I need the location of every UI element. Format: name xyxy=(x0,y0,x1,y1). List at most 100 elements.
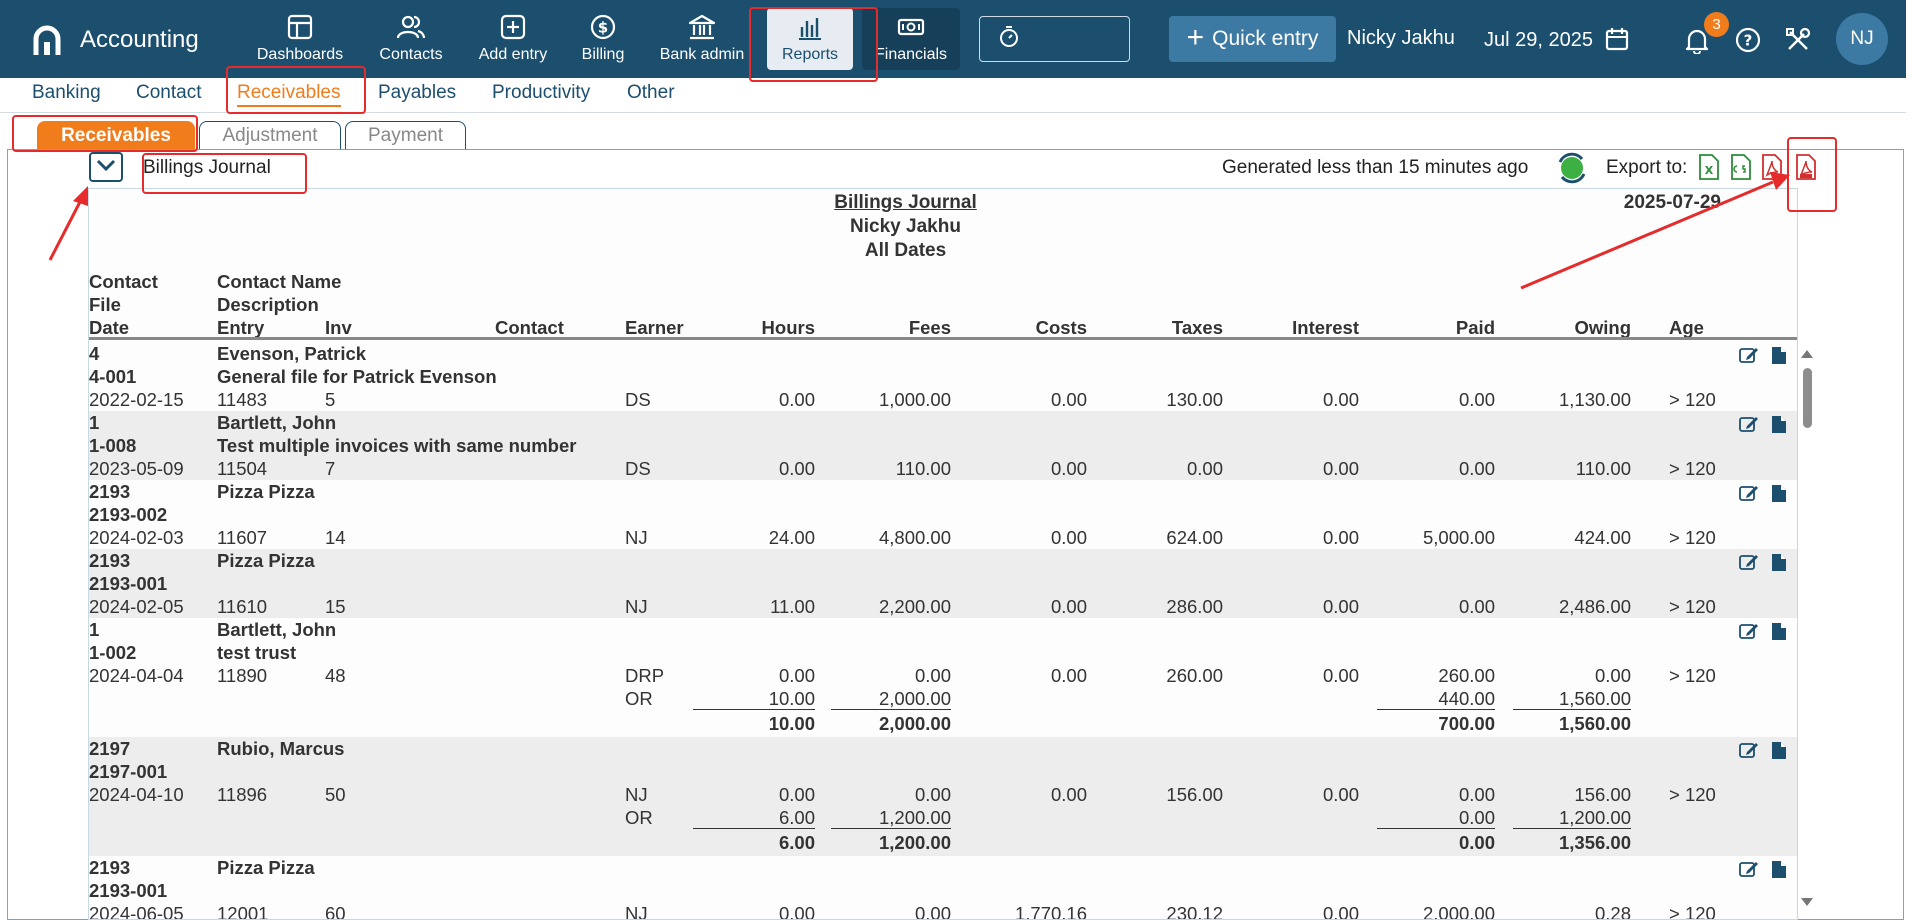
scrollbar-thumb[interactable] xyxy=(1803,368,1812,428)
collapse-report-button[interactable] xyxy=(89,152,123,182)
row-hours: 10.00 xyxy=(693,687,815,710)
edit-icon[interactable] xyxy=(1739,859,1759,879)
row-invoice: 48 xyxy=(325,665,346,686)
document-icon[interactable] xyxy=(1769,859,1789,879)
subnav-contact[interactable]: Contact xyxy=(136,82,201,104)
edit-icon[interactable] xyxy=(1739,740,1759,760)
row-taxes xyxy=(1105,687,1223,710)
row-total-hours: 6.00 xyxy=(778,832,815,853)
table-row[interactable]: 1 Bartlett, John 1-002 test trust 2024-04-04… xyxy=(89,618,1797,737)
nav-contacts[interactable]: Contacts xyxy=(371,8,451,70)
app-brand[interactable]: Accounting xyxy=(30,20,199,60)
header-contact-name: Contact Name xyxy=(217,271,342,292)
tools-icon[interactable] xyxy=(1784,26,1812,59)
edit-icon[interactable] xyxy=(1739,414,1759,434)
help-icon[interactable]: ? xyxy=(1735,27,1761,58)
row-contact-name: Pizza Pizza xyxy=(217,857,315,878)
table-row[interactable]: 4 Evenson, Patrick 4-001 General file for P… xyxy=(89,342,1797,411)
document-icon[interactable] xyxy=(1769,483,1789,503)
nav-label: Financials xyxy=(874,46,948,63)
row-paid: 0.00 xyxy=(1458,389,1495,410)
subnav-other[interactable]: Other xyxy=(627,82,675,104)
row-interest: 0.00 xyxy=(1322,596,1359,617)
table-row[interactable]: 1 Bartlett, John 1-008 Test multiple invoic… xyxy=(89,411,1797,480)
row-earner: OR xyxy=(625,688,653,709)
edit-icon[interactable] xyxy=(1739,483,1759,503)
layout-icon xyxy=(285,12,315,42)
nav-label: Add entry xyxy=(478,46,548,63)
current-date[interactable]: Jul 29, 2025 xyxy=(1484,29,1593,52)
header-costs: Costs xyxy=(1035,317,1087,338)
table-row[interactable]: 2193 Pizza Pizza 2193-001 2024-06-05 12001 60… xyxy=(89,856,1797,920)
row-taxes: 156.00 xyxy=(1166,784,1223,805)
row-owing: 424.00 xyxy=(1574,527,1631,548)
row-interest: 0.00 xyxy=(1322,903,1359,920)
row-earner: OR xyxy=(625,807,653,828)
dollar-circle-icon: $ xyxy=(588,12,618,42)
report-scrollbar[interactable] xyxy=(1800,348,1814,914)
subnav-banking[interactable]: Banking xyxy=(32,82,101,104)
row-taxes: 130.00 xyxy=(1166,389,1223,410)
row-contact: 2197 xyxy=(89,738,131,759)
edit-icon[interactable] xyxy=(1739,552,1759,572)
row-date: 2022-02-15 xyxy=(89,389,184,410)
document-icon[interactable] xyxy=(1769,552,1789,572)
row-interest: 0.00 xyxy=(1322,665,1359,686)
quick-entry-button[interactable]: + Quick entry xyxy=(1169,16,1336,62)
edit-icon[interactable] xyxy=(1739,621,1759,641)
tab-adjustment[interactable]: Adjustment xyxy=(199,121,341,150)
row-owing: 2,486.00 xyxy=(1558,596,1631,617)
document-icon[interactable] xyxy=(1769,740,1789,760)
document-icon[interactable] xyxy=(1769,414,1789,434)
user-avatar[interactable]: NJ xyxy=(1836,13,1888,65)
row-invoice: 7 xyxy=(325,458,336,479)
table-row[interactable]: 2197 Rubio, Marcus 2197-001 2024-04-10 11896… xyxy=(89,737,1797,856)
table-row[interactable]: 2193 Pizza Pizza 2193-001 2024-02-05 11610 15… xyxy=(89,549,1797,618)
nav-dashboards[interactable]: Dashboards xyxy=(247,8,353,70)
nav-reports[interactable]: Reports xyxy=(767,8,853,70)
nav-bank-admin[interactable]: Bank admin xyxy=(654,8,750,70)
subnav-payables[interactable]: Payables xyxy=(378,82,456,104)
export-excel-icon[interactable]: X xyxy=(1697,153,1721,186)
header-file: File xyxy=(89,294,121,315)
scroll-down-arrow-icon[interactable] xyxy=(1801,898,1813,906)
timer-button[interactable] xyxy=(979,16,1130,62)
row-fees: 1,000.00 xyxy=(878,389,951,410)
scroll-up-arrow-icon[interactable] xyxy=(1801,350,1813,358)
row-invoice: 5 xyxy=(325,389,336,410)
export-csv-icon[interactable] xyxy=(1729,153,1753,186)
row-fees: 0.00 xyxy=(914,784,951,805)
table-row[interactable]: 2193 Pizza Pizza 2193-002 2024-02-03 11607 14… xyxy=(89,480,1797,549)
row-file: 4-001 xyxy=(89,366,137,387)
refresh-icon[interactable] xyxy=(1555,151,1589,190)
document-icon[interactable] xyxy=(1769,345,1789,365)
export-pdf-print-icon[interactable] xyxy=(1794,153,1818,186)
subnav-productivity[interactable]: Productivity xyxy=(492,82,590,104)
row-contact: 4 xyxy=(89,343,100,364)
row-contact: 2193 xyxy=(89,550,131,571)
export-pdf-icon[interactable] xyxy=(1760,153,1784,186)
calendar-icon[interactable] xyxy=(1605,26,1629,57)
tab-payment[interactable]: Payment xyxy=(345,121,466,150)
report-title: Billings Journal xyxy=(834,192,977,213)
row-description: Test multiple invoices with same number xyxy=(217,435,577,456)
report-subtitle: Nicky Jakhu xyxy=(850,216,961,237)
header-earner: Earner xyxy=(625,317,684,338)
export-label: Export to: xyxy=(1606,157,1688,178)
row-entry: 11890 xyxy=(217,665,268,686)
header-owing: Owing xyxy=(1574,317,1631,338)
nav-label: Billing xyxy=(581,46,625,63)
bell-icon[interactable] xyxy=(1685,28,1709,59)
subnav-receivables[interactable]: Receivables xyxy=(237,82,341,107)
row-total-paid: 700.00 xyxy=(1438,713,1495,734)
row-costs: 0.00 xyxy=(1050,389,1087,410)
row-file: 1-002 xyxy=(89,642,137,663)
nav-financials[interactable]: Financials xyxy=(862,8,960,70)
nav-billing[interactable]: $ Billing xyxy=(574,8,632,70)
user-name[interactable]: Nicky Jakhu xyxy=(1347,27,1455,50)
tab-receivables[interactable]: Receivables xyxy=(37,121,195,150)
document-icon[interactable] xyxy=(1769,621,1789,641)
edit-icon[interactable] xyxy=(1739,345,1759,365)
billings-journal-report: Billings Journal Nicky Jakhu All Dates 2… xyxy=(88,188,1798,920)
nav-add-entry[interactable]: Add entry xyxy=(470,8,556,70)
